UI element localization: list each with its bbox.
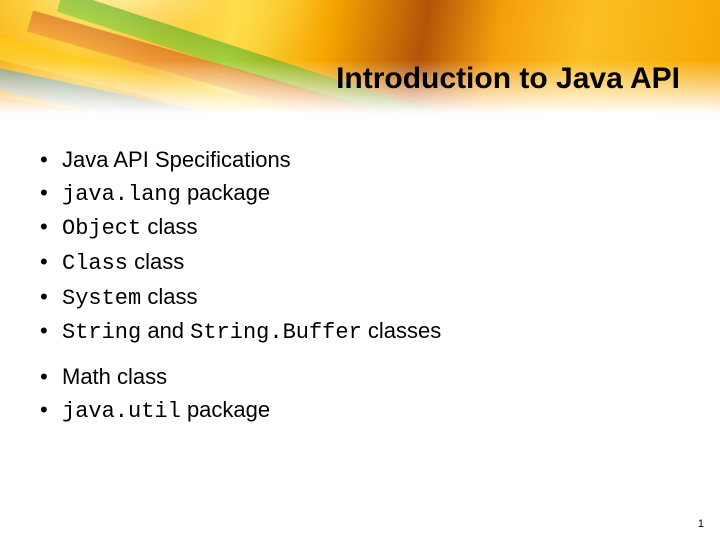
bullet-item: Java API Specifications (40, 145, 680, 175)
bullet-text: Java API Specifications (62, 147, 291, 172)
bullet-text: and (141, 318, 190, 343)
pencil-stripe (57, 0, 720, 120)
bullet-item: Object class (40, 212, 680, 244)
code-span: System (62, 286, 141, 311)
code-span: String.Buffer (190, 320, 362, 345)
bullet-text: class (141, 284, 197, 309)
bullet-text: class (141, 214, 197, 239)
code-span: java.lang (62, 182, 181, 207)
bullet-text: package (181, 397, 270, 422)
bullet-text: Math class (62, 364, 167, 389)
code-span: Object (62, 216, 141, 241)
bullet-item: Class class (40, 247, 680, 279)
bullet-group-1: Java API Specifications java.lang packag… (40, 145, 680, 348)
bullet-item: java.util package (40, 395, 680, 427)
page-number: 1 (698, 518, 704, 530)
slide-body: Java API Specifications java.lang packag… (40, 145, 680, 441)
bullet-text: class (128, 249, 184, 274)
bullet-item: String and String.Buffer classes (40, 316, 680, 348)
code-span: java.util (62, 399, 181, 424)
bullet-item: System class (40, 282, 680, 314)
banner-art (0, 0, 720, 120)
bullet-item: java.lang package (40, 178, 680, 210)
slide-title: Introduction to Java API (336, 62, 680, 96)
bullet-text: package (181, 180, 270, 205)
code-span: String (62, 320, 141, 345)
bullet-item: Math class (40, 362, 680, 392)
bullet-group-2: Math class java.util package (40, 362, 680, 426)
bullet-text: classes (362, 318, 441, 343)
code-span: Class (62, 251, 128, 276)
